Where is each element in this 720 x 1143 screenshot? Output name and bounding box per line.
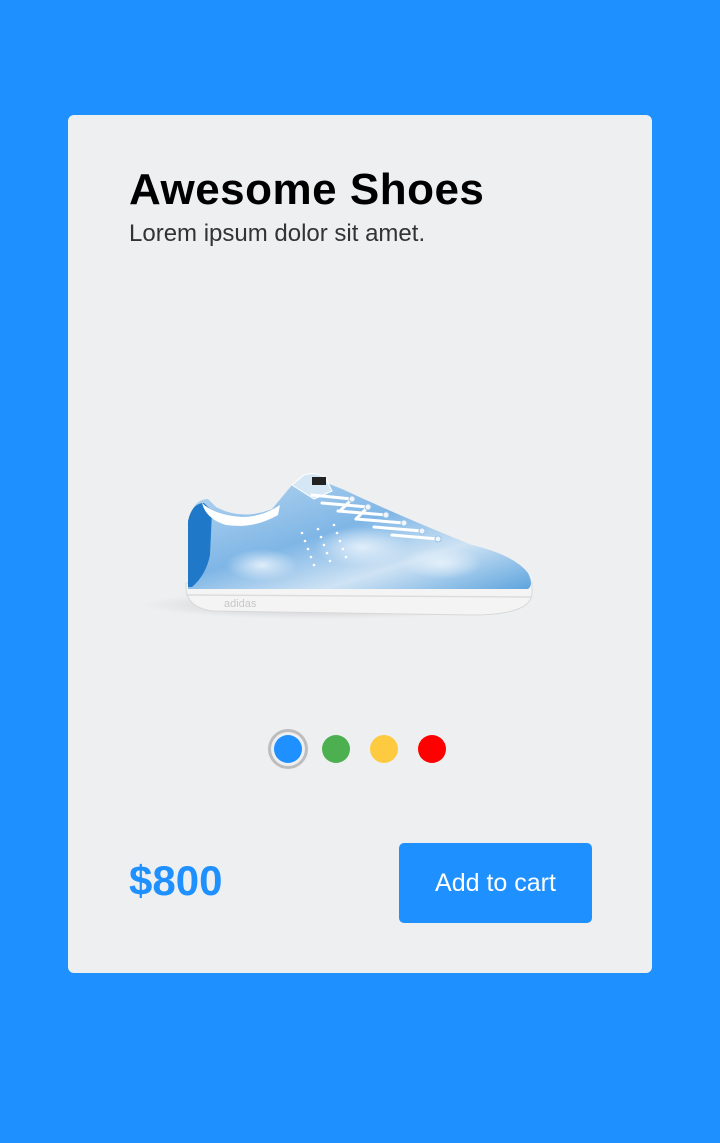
add-to-cart-button[interactable]: Add to cart: [399, 843, 592, 923]
swatch-red[interactable]: [418, 735, 446, 763]
swatch-green[interactable]: [322, 735, 350, 763]
brand-mark: adidas: [224, 598, 257, 610]
product-price: $800: [129, 857, 223, 904]
sneaker-image: adidas: [142, 473, 533, 619]
swatch-yellow[interactable]: [370, 735, 398, 763]
product-subtitle: Lorem ipsum dolor sit amet.: [129, 220, 426, 247]
product-card: Awesome Shoes Lorem ipsum dolor sit amet…: [68, 115, 652, 973]
color-swatches: [268, 729, 448, 769]
swatch-blue[interactable]: [274, 735, 302, 763]
product-title: Awesome Shoes: [129, 165, 485, 214]
